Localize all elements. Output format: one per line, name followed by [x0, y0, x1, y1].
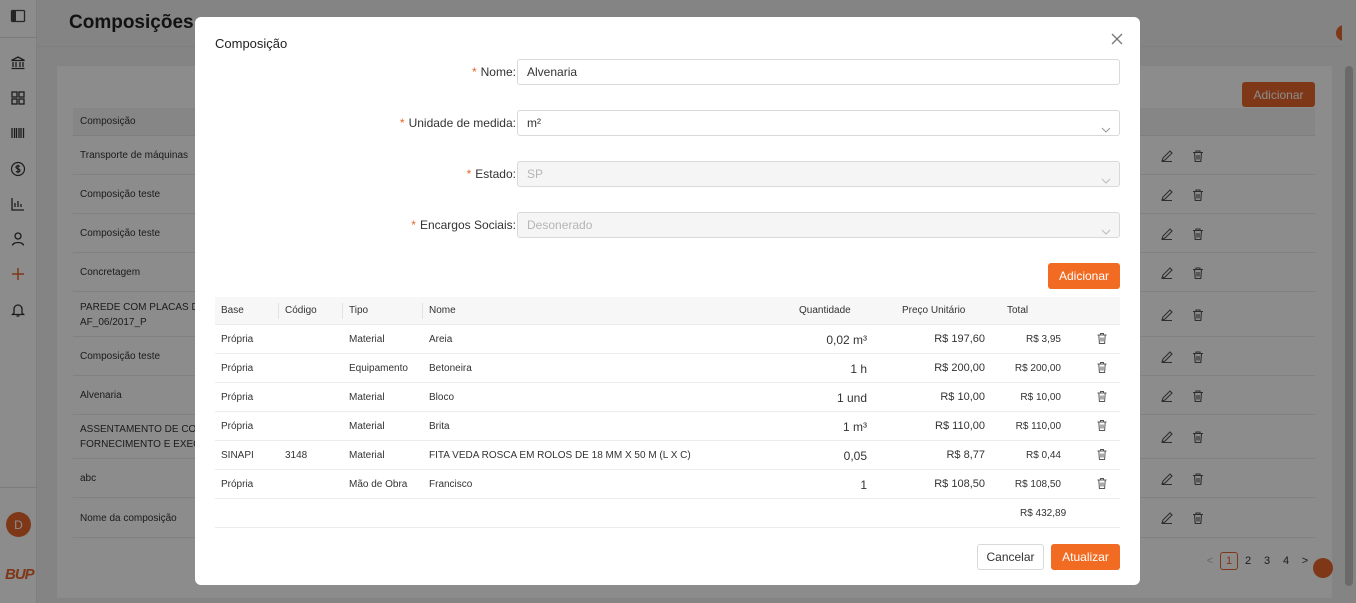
item-base: Própria	[221, 334, 254, 345]
unidade-select[interactable]: m²	[517, 110, 1120, 136]
field-nome: * Nome: Alvenaria	[195, 59, 1140, 85]
item-preco-unitario: R$ 197,60	[934, 333, 985, 345]
field-unidade: * Unidade de medida: m²	[195, 110, 1140, 136]
encargos-value: Desonerado	[527, 218, 593, 232]
total-row: R$ 432,89	[215, 499, 1120, 528]
close-icon[interactable]	[1109, 31, 1125, 47]
update-button[interactable]: Atualizar	[1051, 544, 1120, 570]
item-total: R$ 0,44	[1025, 450, 1061, 461]
nome-label: Nome	[480, 65, 513, 79]
column-header-codigo: Código	[285, 305, 317, 316]
item-quantidade: 1 h	[850, 362, 867, 376]
column-header-quantidade: Quantidade	[799, 305, 851, 316]
item-tipo: Equipamento	[349, 363, 408, 374]
estado-label: Estado	[475, 167, 513, 181]
item-preco-unitario: R$ 200,00	[934, 362, 985, 374]
item-total: R$ 3,95	[1025, 334, 1061, 345]
item-tipo: Material	[349, 421, 385, 432]
item-nome: FITA VEDA ROSCA EM ROLOS DE 18 MM X 50 M…	[429, 450, 691, 461]
item-preco-unitario: R$ 108,50	[934, 478, 985, 490]
item-base: SINAPI	[221, 450, 254, 461]
encargos-label: Encargos Sociais	[419, 218, 513, 232]
item-total: R$ 200,00	[1014, 363, 1061, 374]
modal-title: Composição	[215, 36, 288, 51]
item-preco-unitario: R$ 8,77	[946, 449, 985, 461]
table-row: Própria Material Brita 1 m³ R$ 110,00 R$ 110,…	[215, 412, 1120, 441]
item-preco-unitario: R$ 110,00	[935, 420, 985, 432]
table-row: Própria Equipamento Betoneira 1 h R$ 200,00 R…	[215, 354, 1120, 383]
items-table-header: Base Código Tipo Nome Quantidade Preço U…	[215, 297, 1120, 325]
trash-icon[interactable]	[1096, 332, 1108, 345]
chevron-down-icon	[1101, 170, 1111, 184]
table-row: Própria Material Areia 0,02 m³ R$ 197,60 R$ 3…	[215, 325, 1120, 354]
item-quantidade: 0,05	[843, 449, 867, 463]
trash-icon[interactable]	[1096, 361, 1108, 374]
encargos-select: Desonerado	[517, 212, 1120, 238]
composition-modal: Composição * Nome: Alvenaria * Unidade de …	[195, 17, 1140, 585]
cancel-button[interactable]: Cancelar	[977, 544, 1044, 570]
estado-value: SP	[527, 167, 544, 181]
item-nome: Betoneira	[429, 363, 472, 374]
trash-icon[interactable]	[1096, 419, 1108, 432]
item-tipo: Material	[349, 334, 385, 345]
trash-icon[interactable]	[1096, 477, 1108, 490]
column-header-tipo: Tipo	[349, 305, 369, 316]
item-quantidade: 1 und	[836, 391, 867, 405]
item-base: Própria	[221, 392, 254, 403]
column-header-nome: Nome	[429, 305, 456, 316]
nome-input[interactable]: Alvenaria	[517, 59, 1120, 85]
unidade-value: m²	[527, 116, 541, 130]
item-preco-unitario: R$ 10,00	[940, 391, 985, 403]
unidade-label: Unidade de medida	[408, 116, 513, 130]
chevron-down-icon	[1101, 221, 1111, 235]
item-quantidade: 1	[860, 478, 867, 492]
item-quantidade: 0,02 m³	[826, 333, 867, 347]
item-total: R$ 108,50	[1014, 479, 1061, 490]
item-base: Própria	[221, 363, 254, 374]
field-estado: * Estado: SP	[195, 161, 1140, 187]
item-base: Própria	[221, 421, 254, 432]
chevron-down-icon	[1101, 119, 1111, 133]
estado-select: SP	[517, 161, 1120, 187]
item-tipo: Material	[349, 450, 385, 461]
column-header-base: Base	[221, 305, 244, 316]
item-tipo: Mão de Obra	[349, 479, 408, 490]
item-nome: Areia	[429, 334, 453, 345]
item-quantidade: 1 m³	[843, 420, 867, 434]
item-nome: Francisco	[429, 479, 473, 490]
add-item-button[interactable]: Adicionar	[1048, 263, 1120, 289]
column-header-total: Total	[1007, 305, 1029, 316]
item-codigo: 3148	[285, 450, 308, 461]
table-row: Própria Mão de Obra Francisco 1 R$ 108,50 R$ …	[215, 470, 1120, 499]
item-nome: Brita	[429, 421, 450, 432]
item-base: Própria	[221, 479, 254, 490]
grand-total: R$ 432,89	[1020, 508, 1067, 519]
trash-icon[interactable]	[1096, 390, 1108, 403]
column-header-preco: Preço Unitário	[902, 305, 966, 316]
trash-icon[interactable]	[1096, 448, 1108, 461]
table-row: SINAPI 3148 Material FITA VEDA ROSCA EM ROL…	[215, 441, 1120, 470]
item-total: R$ 110,00	[1015, 421, 1061, 432]
item-total: R$ 10,00	[1020, 392, 1061, 403]
item-nome: Bloco	[429, 392, 455, 403]
field-encargos: * Encargos Sociais: Desonerado	[195, 212, 1140, 238]
item-tipo: Material	[349, 392, 385, 403]
table-row: Própria Material Bloco 1 und R$ 10,00 R$ 10,0…	[215, 383, 1120, 412]
